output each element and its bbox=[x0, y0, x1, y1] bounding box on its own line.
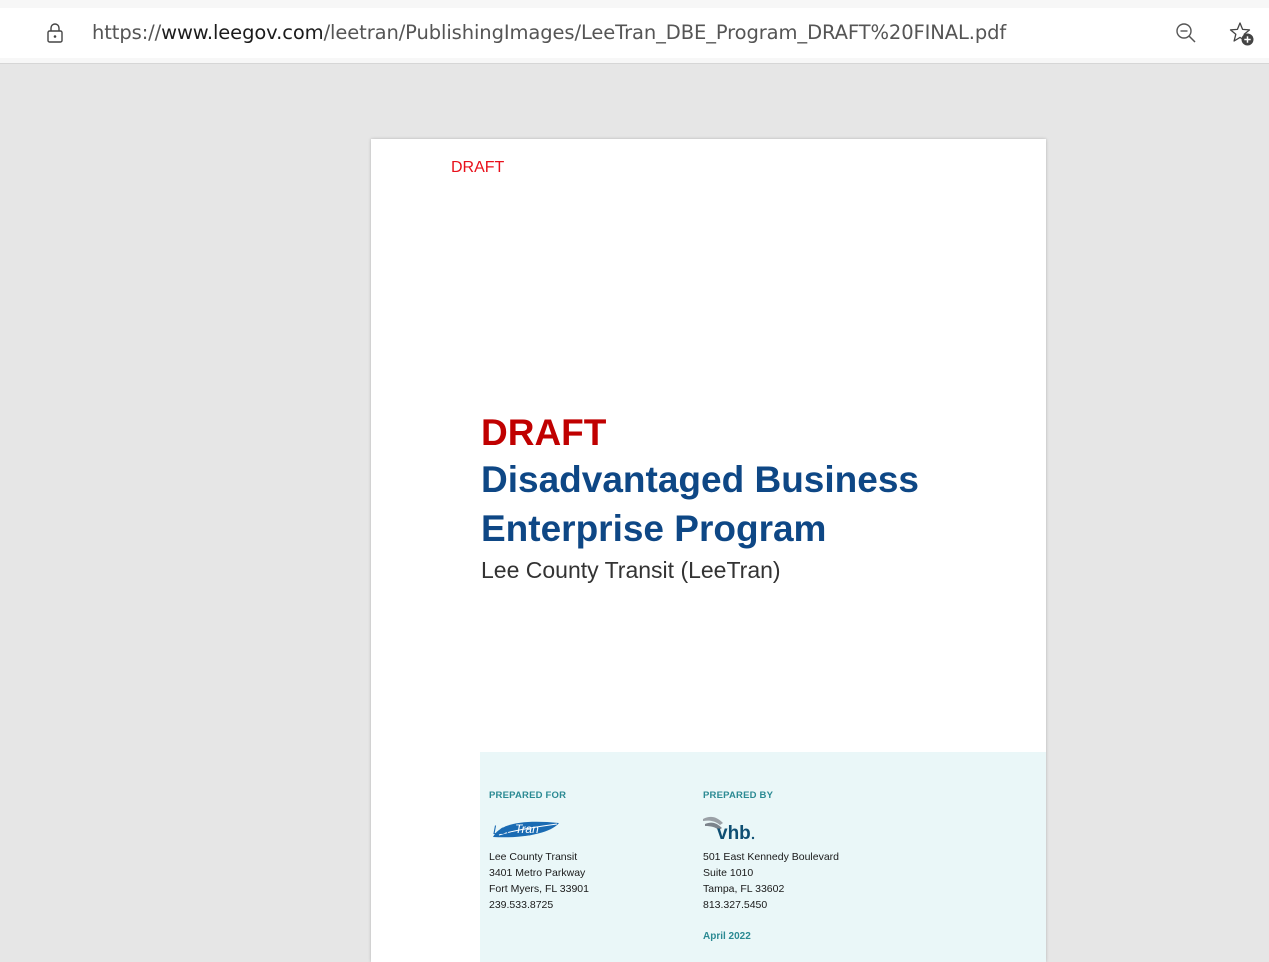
address-line: Suite 1010 bbox=[703, 867, 754, 879]
draft-header-mark: DRAFT bbox=[451, 159, 505, 176]
lock-icon[interactable] bbox=[45, 22, 65, 44]
title-draft: DRAFT bbox=[481, 412, 607, 453]
address-line: Lee County Transit bbox=[489, 851, 578, 863]
vhb-logo: vhb bbox=[703, 801, 839, 849]
address-line: Fort Myers, FL 33901 bbox=[489, 883, 589, 895]
title-block: DRAFT Disadvantaged Business Enterprise … bbox=[481, 411, 961, 584]
document-subtitle: Lee County Transit (LeeTran) bbox=[481, 557, 781, 583]
address-line: 3401 Metro Parkway bbox=[489, 867, 586, 879]
document-date: April 2022 bbox=[703, 931, 751, 942]
address-line: Tampa, FL 33602 bbox=[703, 883, 785, 895]
zoom-out-icon[interactable] bbox=[1174, 21, 1198, 45]
address-line: 813.327.5450 bbox=[703, 899, 768, 911]
prepared-by-label: PREPARED BY bbox=[703, 790, 774, 801]
add-favorite-icon[interactable] bbox=[1228, 20, 1256, 48]
svg-text:Lee: Lee bbox=[493, 823, 513, 837]
url-field[interactable]: https://www.leegov.com/leetran/Publishin… bbox=[0, 8, 1269, 58]
prepared-by-column: PREPARED BY vhb 501 East Kennedy Bouleva… bbox=[703, 790, 839, 942]
svg-text:vhb: vhb bbox=[717, 823, 751, 844]
address-bar: https://www.leegov.com/leetran/Publishin… bbox=[0, 0, 1269, 64]
prepared-for-column: PREPARED FOR Lee Tran Lee County Transit… bbox=[489, 790, 589, 913]
prepared-panel: PREPARED FOR Lee Tran Lee County Transit… bbox=[480, 752, 1046, 962]
address-line: 239.533.8725 bbox=[489, 899, 554, 911]
address-line: 501 East Kennedy Boulevard bbox=[703, 851, 840, 863]
svg-text:Tran: Tran bbox=[515, 822, 539, 836]
url-domain: www.leegov.com bbox=[161, 21, 324, 44]
url-prefix: https:// bbox=[92, 21, 162, 44]
prepared-for-address: Lee County Transit 3401 Metro Parkway Fo… bbox=[489, 849, 589, 913]
prepared-by-address: 501 East Kennedy Boulevard Suite 1010 Ta… bbox=[703, 849, 839, 913]
pdf-page: DRAFT DRAFT Disadvantaged Business Enter… bbox=[371, 139, 1046, 962]
document-title: Disadvantaged Business Enterprise Progra… bbox=[481, 459, 919, 549]
url-path: /leetran/PublishingImages/LeeTran_DBE_Pr… bbox=[323, 21, 1007, 44]
leetran-logo: Lee Tran bbox=[489, 801, 589, 849]
url-text[interactable]: https://www.leegov.com/leetran/Publishin… bbox=[92, 21, 1006, 44]
prepared-for-label: PREPARED FOR bbox=[489, 790, 567, 801]
